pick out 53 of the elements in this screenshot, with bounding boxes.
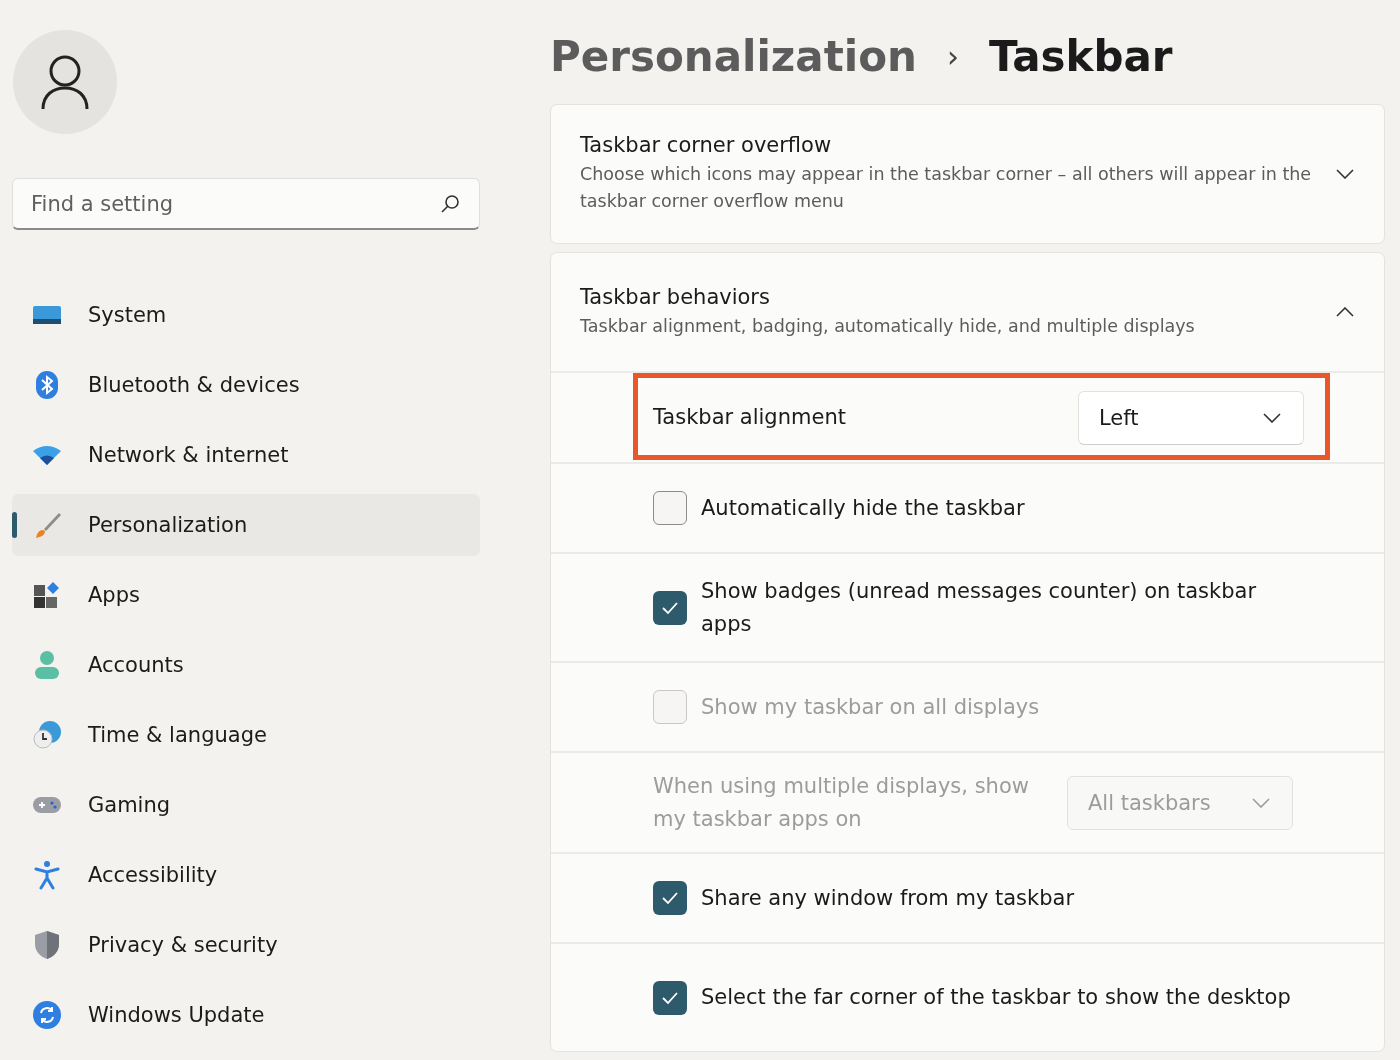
sidebar-item[interactable]: Privacy & security bbox=[12, 914, 480, 976]
checkmark-icon bbox=[661, 990, 679, 1005]
dropdown[interactable]: Left bbox=[1078, 390, 1304, 445]
setting-label: Taskbar alignment bbox=[653, 404, 847, 431]
checkbox-label: Automatically hide the taskbar bbox=[701, 494, 1026, 522]
wifi-icon bbox=[32, 444, 62, 466]
sidebar-item[interactable]: Network & internet bbox=[12, 424, 480, 486]
checkbox[interactable] bbox=[653, 590, 687, 625]
selection-indicator bbox=[12, 512, 17, 538]
checkmark-icon bbox=[661, 600, 679, 615]
sidebar-item[interactable]: Accessibility bbox=[12, 844, 480, 906]
checkbox[interactable] bbox=[653, 980, 687, 1015]
checkmark-icon bbox=[661, 891, 679, 905]
section-header[interactable]: Taskbar behaviors Taskbar alignment, badging, automatically hide, and multiple displays bbox=[551, 253, 1384, 371]
checkbox-label: Show my taskbar on all displays bbox=[701, 693, 1041, 721]
section-description: Choose which icons may appear in the taskbar corner – all others will appear in the taskbar corner overflow menu bbox=[580, 163, 1313, 213]
chevron-down-icon bbox=[1336, 169, 1354, 179]
sidebar-item[interactable]: Bluetooth & devices bbox=[12, 354, 480, 416]
setting-label: When using multiple displays, show my taskbar apps on bbox=[653, 772, 1030, 833]
checkbox[interactable] bbox=[653, 881, 687, 915]
accessibility-icon bbox=[34, 860, 60, 890]
chevron-up-icon bbox=[1336, 307, 1354, 317]
search-field[interactable]: Find a setting bbox=[12, 178, 480, 230]
breadcrumb-separator: › bbox=[946, 38, 959, 74]
search-icon bbox=[440, 194, 460, 214]
bluetooth-icon bbox=[35, 370, 59, 400]
breadcrumb-parent[interactable]: Personalization bbox=[550, 31, 917, 81]
checkbox-label: Show badges (unread messages counter) on taskbar apps bbox=[701, 577, 1258, 638]
monitor-icon bbox=[32, 304, 62, 326]
section-title: Taskbar behaviors bbox=[580, 284, 771, 309]
page-title: Taskbar bbox=[988, 31, 1173, 81]
checkbox-label: Select the far corner of the taskbar to show the desktop bbox=[701, 984, 1292, 1011]
sidebar-item[interactable]: System bbox=[12, 284, 480, 346]
shield-icon bbox=[34, 930, 60, 960]
section-header[interactable]: Taskbar corner overflow Choose which icons may appear in the taskbar corner – all others will appear in the taskbar corner overflow menu bbox=[551, 105, 1384, 243]
person-icon bbox=[40, 54, 90, 110]
sidebar-item[interactable]: Gaming bbox=[12, 774, 480, 836]
sidebar-item[interactable]: Time & language bbox=[12, 704, 480, 766]
refresh-icon bbox=[32, 1000, 62, 1030]
sidebar-item[interactable]: Personalization bbox=[12, 494, 480, 556]
checkbox-label: Share any window from my taskbar bbox=[701, 884, 1076, 912]
section-title: Taskbar corner overflow bbox=[580, 133, 833, 157]
chevron-down-icon bbox=[1252, 797, 1270, 808]
gamepad-icon bbox=[32, 794, 62, 816]
chevron-down-icon bbox=[1263, 412, 1281, 423]
person-icon bbox=[34, 650, 60, 680]
apps-icon bbox=[33, 581, 61, 609]
section-description: Taskbar alignment, badging, automatically hide, and multiple displays bbox=[580, 314, 1196, 338]
sidebar-item[interactable]: Apps bbox=[12, 564, 480, 626]
globe-clock-icon bbox=[32, 720, 62, 750]
checkbox[interactable] bbox=[653, 491, 687, 525]
sidebar-item[interactable]: Windows Update bbox=[12, 984, 480, 1046]
sidebar-item[interactable]: Accounts bbox=[12, 634, 480, 696]
